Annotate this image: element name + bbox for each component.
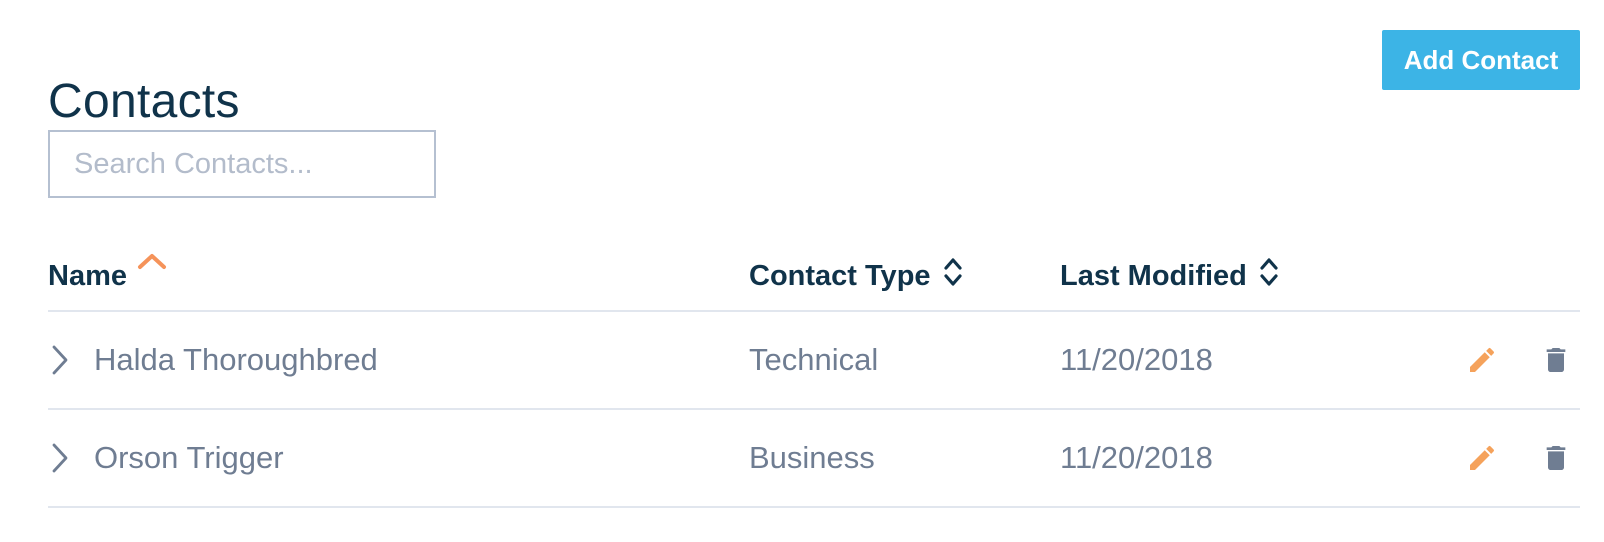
sort-icon[interactable] (1259, 256, 1279, 296)
column-header-label: Contact Type (749, 259, 931, 292)
chevron-right-icon[interactable] (48, 312, 78, 408)
trash-icon[interactable] (1540, 410, 1572, 506)
add-contact-button[interactable]: Add Contact (1382, 30, 1580, 90)
contact-name: Orson Trigger (94, 440, 284, 475)
row-divider (48, 506, 1580, 508)
column-header-label: Name (48, 259, 127, 292)
chevron-right-icon[interactable] (48, 410, 78, 506)
pencil-icon[interactable] (1466, 312, 1498, 408)
contact-type: Business (749, 440, 875, 475)
sort-icon[interactable] (943, 256, 963, 296)
contact-type: Technical (749, 342, 879, 377)
last-modified: 11/20/2018 (1060, 342, 1213, 377)
table-row: Halda Thoroughbred Technical 11/20/2018 (48, 312, 1580, 408)
table-row: Orson Trigger Business 11/20/2018 (48, 410, 1580, 506)
column-header-label: Last Modified (1060, 259, 1247, 292)
column-header-contact-type[interactable]: Contact Type (749, 254, 963, 298)
last-modified: 11/20/2018 (1060, 440, 1213, 475)
chevron-up-icon[interactable] (137, 246, 167, 279)
pencil-icon[interactable] (1466, 410, 1498, 506)
search-input[interactable] (48, 130, 436, 198)
column-header-name[interactable]: Name (48, 253, 167, 298)
trash-icon[interactable] (1540, 312, 1572, 408)
column-header-last-modified[interactable]: Last Modified (1060, 254, 1279, 298)
page-title: Contacts (48, 75, 240, 129)
contact-name: Halda Thoroughbred (94, 342, 378, 377)
